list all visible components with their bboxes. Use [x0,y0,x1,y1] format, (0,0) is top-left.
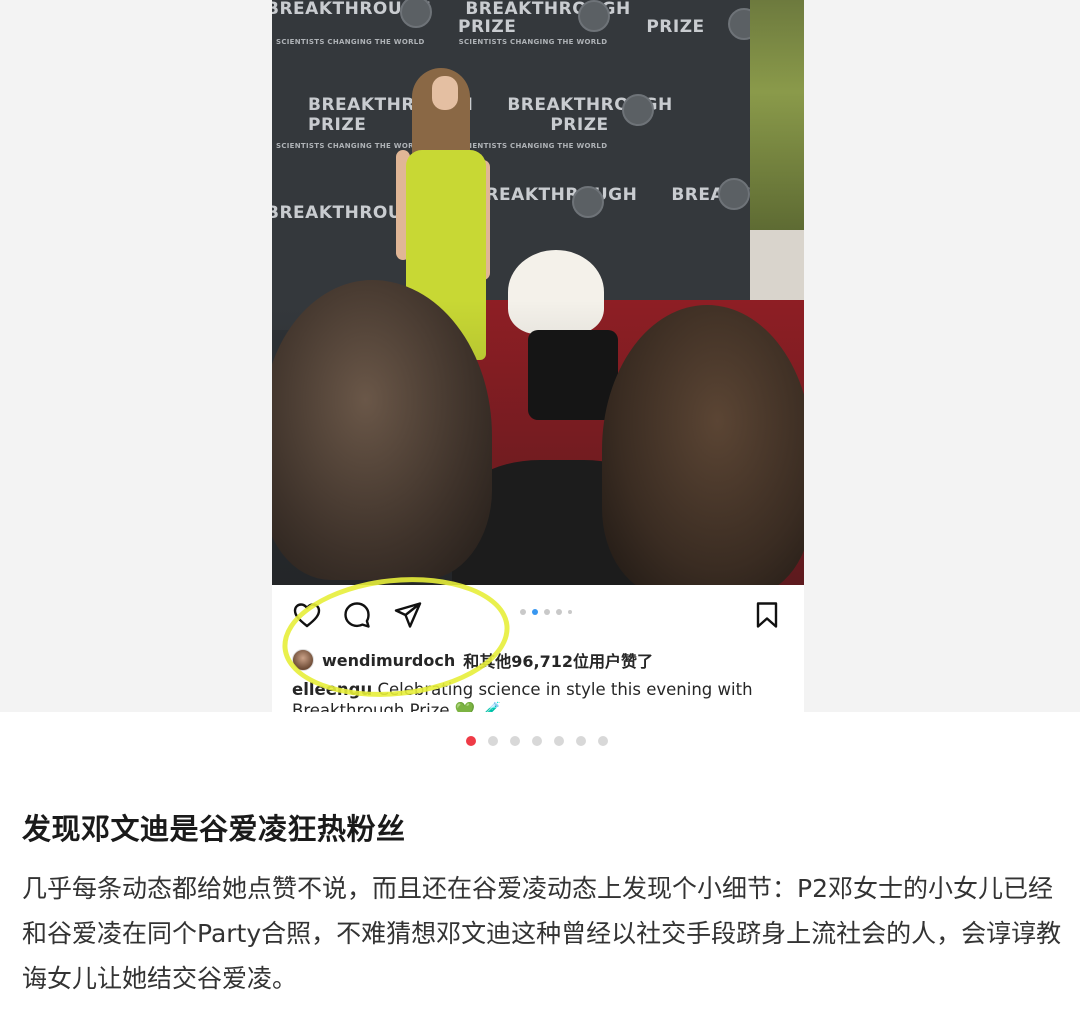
image-dot [568,610,572,614]
image-indicator-dots [520,609,572,615]
seal-logo [622,94,654,126]
post-body: 几乎每条动态都给她点赞不说，而且还在谷爱凌动态上发现个小细节：P2邓女士的小女儿… [22,874,1062,993]
image-dot [556,609,562,615]
carousel-pager [466,736,608,746]
backdrop-text: SCIENTISTS CHANGING THE WORLD [276,142,425,150]
image-dot-active [532,609,538,615]
backdrop-text: SCIENTISTS CHANGING THE WORLD [276,38,425,46]
bookmark-icon[interactable] [752,600,782,630]
image-dot [544,609,550,615]
seal-logo [718,178,750,210]
image-dot [520,609,526,615]
backdrop-text: BREAKTHROUGH [472,185,638,205]
seal-logo [578,0,610,32]
backdrop-text: SCIENTISTS CHANGING THE WORLD [458,142,608,150]
pager-dot[interactable] [488,736,498,746]
pager-dot[interactable] [532,736,542,746]
hedge-wall [750,0,804,230]
backdrop-text: PRIZE [646,17,705,37]
post-photo[interactable]: BREAKTHROUGH BREAKTHROUGH PRIZE PRIZE SC… [272,0,804,585]
media-gutter [804,0,1080,712]
post-title: 发现邓文迪是谷爱凌狂热粉丝 [22,812,406,846]
backdrop-text: SCIENTISTS CHANGING THE WORLD [458,38,608,46]
pager-dot[interactable] [510,736,520,746]
pager-dot[interactable] [554,736,564,746]
backdrop-text: PRIZE [550,115,609,135]
photographer-head [602,305,804,585]
woman-face [432,76,458,110]
backdrop-text: PRIZE [458,17,517,37]
caption-continued: Breakthrough Prize 💚 🧪 [292,701,502,712]
pager-dot[interactable] [576,736,586,746]
pager-dot[interactable] [598,736,608,746]
backdrop-text: PRIZE [308,115,367,135]
seal-logo [572,186,604,218]
pager-dot-active[interactable] [466,736,476,746]
